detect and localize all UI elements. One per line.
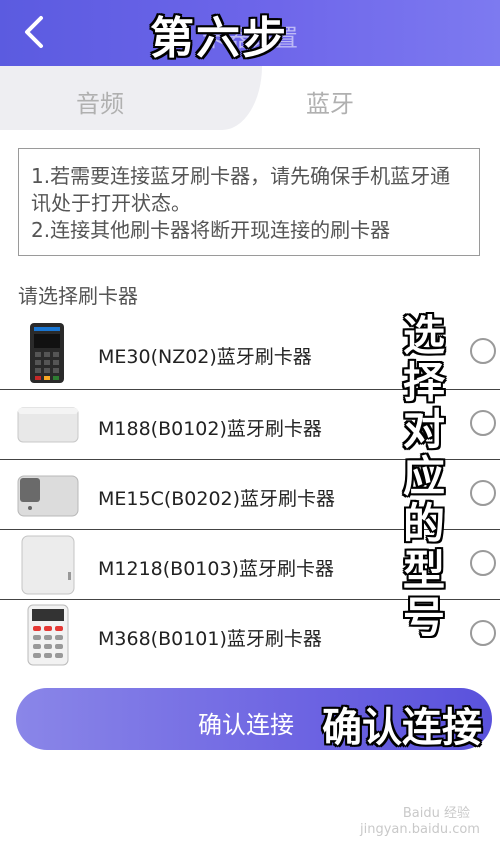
notice-line-1: 1.若需要连接蓝牙刷卡器，请先确保手机蓝牙通讯处于打开状态。	[31, 164, 451, 215]
tab-audio-label: 音频	[76, 90, 124, 118]
overlay-char: 的	[402, 499, 445, 548]
tab-audio[interactable]: 音频	[0, 66, 262, 130]
reader-radio[interactable]	[470, 480, 496, 506]
card-reader-icon	[17, 475, 79, 517]
reader-label: ME15C(B0202)蓝牙刷卡器	[98, 488, 336, 510]
reader-label: M1218(B0103)蓝牙刷卡器	[98, 558, 334, 580]
reader-label: M368(B0101)蓝牙刷卡器	[98, 628, 322, 650]
keypad-reader-icon	[27, 604, 69, 666]
select-model-overlay: 选 择 对 应 的 型 号	[398, 312, 450, 641]
section-title: 请选择刷卡器	[18, 284, 138, 308]
overlay-char: 选	[402, 311, 445, 360]
reader-radio[interactable]	[470, 550, 496, 576]
reader-label: M188(B0102)蓝牙刷卡器	[98, 418, 322, 440]
overlay-char: 应	[402, 452, 445, 501]
tab-bar: 音频 蓝牙	[0, 66, 500, 130]
reader-radio[interactable]	[470, 338, 496, 364]
confirm-overlay: 确认连接	[322, 705, 482, 751]
step-overlay: 第六步	[150, 13, 288, 64]
watermark-url: jingyan.baidu.com	[360, 822, 480, 837]
card-reader-icon	[17, 407, 79, 443]
overlay-char: 号	[402, 593, 445, 642]
tab-bluetooth-label: 蓝牙	[306, 90, 354, 118]
reader-label: ME30(NZ02)蓝牙刷卡器	[98, 346, 312, 368]
overlay-char: 择	[402, 358, 445, 407]
notice-box: 1.若需要连接蓝牙刷卡器，请先确保手机蓝牙通讯处于打开状态。 2.连接其他刷卡器…	[18, 148, 480, 256]
reader-radio[interactable]	[470, 410, 496, 436]
notice-line-2: 2.连接其他刷卡器将断开现连接的刷卡器	[31, 218, 391, 242]
watermark-brand: Baidu 经验	[402, 806, 470, 821]
tab-bluetooth[interactable]: 蓝牙	[262, 66, 500, 130]
pos-terminal-icon	[30, 323, 64, 383]
baidu-watermark: Baidu 经验 jingyan.baidu.com	[360, 806, 480, 840]
confirm-connect-label: 确认连接	[198, 711, 294, 739]
reader-radio[interactable]	[470, 620, 496, 646]
overlay-char: 型	[402, 546, 445, 595]
overlay-char: 对	[402, 405, 445, 454]
card-reader-icon	[21, 535, 75, 595]
